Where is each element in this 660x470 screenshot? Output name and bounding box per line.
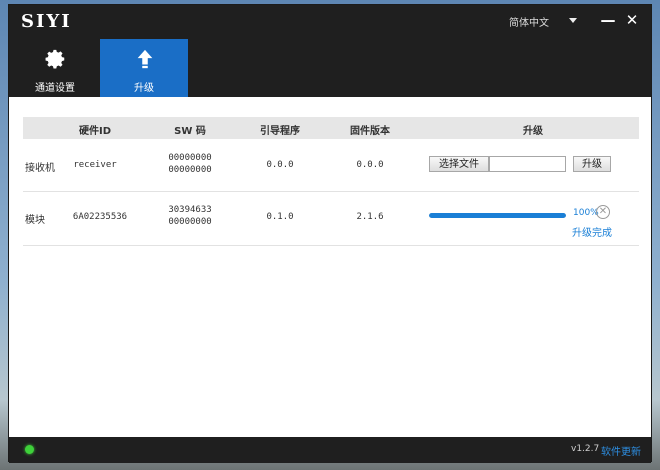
main-toolbar: 通道设置 升级	[9, 39, 651, 97]
table-header: 硬件ID SW 码 引导程序 固件版本 升级	[23, 117, 639, 139]
minimize-button[interactable]: —	[599, 11, 617, 29]
header-sw-code: SW 码	[174, 126, 206, 137]
progress-percent: 100%	[573, 208, 599, 218]
hardware-id: 6A02235536	[72, 212, 128, 222]
language-select[interactable]: 简体中文	[509, 14, 549, 29]
tab-upgrade[interactable]: 升级	[100, 39, 188, 97]
table-row: 接收机 receiver 00000000 00000000 0.0.0 0.0…	[23, 139, 639, 192]
hardware-id: receiver	[73, 160, 117, 170]
sw-code-line-1: 00000000	[168, 153, 212, 163]
status-bar: v1.2.7 软件更新	[9, 437, 651, 463]
table-row: 模块 6A02235536 30394633 00000000 0.1.0 2.…	[23, 193, 639, 246]
tab-channel-settings[interactable]: 通道设置	[11, 39, 99, 97]
gear-icon	[45, 49, 65, 69]
close-button[interactable]: ✕	[623, 11, 641, 29]
app-logo: SIYI	[21, 11, 72, 32]
chevron-down-icon[interactable]	[569, 18, 577, 23]
upgrade-button[interactable]: 升级	[573, 156, 611, 172]
header-bootloader: 引导程序	[260, 126, 300, 137]
header-upgrade: 升级	[523, 126, 543, 137]
title-bar: SIYI 简体中文 — ✕	[9, 5, 651, 39]
tab-upgrade-label: 升级	[134, 83, 154, 94]
software-update-link[interactable]: 软件更新	[601, 443, 641, 458]
upgrade-progress-fill	[429, 213, 566, 218]
sw-code-line-2: 00000000	[168, 217, 212, 227]
file-path-field[interactable]	[489, 156, 566, 172]
tab-channel-settings-label: 通道设置	[35, 83, 75, 94]
upgrade-panel: 硬件ID SW 码 引导程序 固件版本 升级 接收机 receiver 0000…	[9, 97, 651, 437]
firmware-version: 0.0.0	[356, 160, 384, 170]
firmware-version: 2.1.6	[356, 212, 384, 222]
device-name: 接收机	[25, 163, 55, 174]
device-name: 模块	[25, 215, 45, 226]
header-hardware-id: 硬件ID	[78, 126, 112, 137]
sw-code-line-1: 30394633	[168, 205, 212, 215]
connection-status-icon	[25, 445, 34, 454]
upgrade-status: 升级完成	[572, 228, 612, 239]
choose-file-button[interactable]: 选择文件	[429, 156, 489, 172]
bootloader-version: 0.0.0	[266, 160, 294, 170]
cancel-circle-icon[interactable]: ✕	[596, 205, 610, 219]
app-window: SIYI 简体中文 — ✕ 通道设置 升级 硬件ID SW 码 引导程序 固件版…	[8, 4, 652, 463]
bootloader-version: 0.1.0	[266, 212, 294, 222]
upgrade-progress-bar	[429, 213, 566, 218]
header-firmware-version: 固件版本	[350, 126, 390, 137]
sw-code-line-2: 00000000	[168, 165, 212, 175]
upload-arrow-icon	[137, 49, 153, 69]
app-version: v1.2.7	[571, 444, 600, 454]
